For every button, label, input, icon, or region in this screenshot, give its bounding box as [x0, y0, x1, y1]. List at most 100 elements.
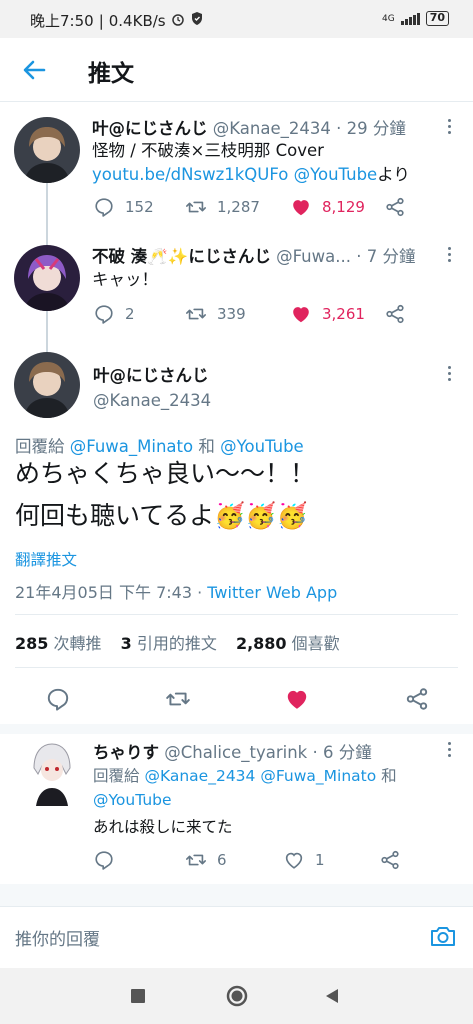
reply-to-fuwa-link[interactable]: @Fuwa_Minato	[260, 767, 376, 785]
reply-input-placeholder: 推你的回覆	[15, 930, 100, 950]
tweet-2-like-button[interactable]: 3,261	[290, 303, 384, 325]
tweet-1-text-prefix: 怪物 / 不破湊×三枝明那 Cover	[92, 141, 324, 160]
home-icon[interactable]	[225, 984, 249, 1008]
tweet-1-more-icon[interactable]	[446, 119, 452, 139]
tweet-1-actions: 152 1,287 8,129	[93, 196, 413, 218]
retweet-count-label[interactable]: 次轉推	[54, 634, 102, 653]
top-app-bar: 推文	[0, 38, 473, 102]
divider	[15, 667, 458, 668]
avatar-chalice[interactable]	[20, 738, 84, 806]
tweet-1-header: 叶@にじさんじ @Kanae_2434 · 29 分鐘	[92, 115, 406, 139]
tweet-1-share-button[interactable]	[384, 196, 406, 218]
tweet-2-more-icon[interactable]	[446, 247, 452, 267]
tweet-2-text: キャッ！	[92, 270, 158, 289]
heart-filled-icon	[293, 200, 309, 216]
like-count[interactable]: 2,880	[236, 634, 287, 653]
share-icon	[386, 197, 404, 217]
reply-tweet-header: ちゃりす @Chalice_tyarink · 6 分鐘	[93, 739, 372, 763]
reply-tweet-reply-button[interactable]	[93, 849, 185, 871]
tweet-2-retweet-count: 339	[217, 305, 246, 323]
reply-tweet[interactable]: ちゃりす @Chalice_tyarink · 6 分鐘 回覆給 @Kanae_…	[0, 734, 473, 884]
main-tweet-actions	[45, 686, 430, 712]
share-icon[interactable]	[404, 686, 430, 712]
tweet-2-name[interactable]: 不破 湊🥂✨にじさんじ	[92, 247, 271, 266]
recent-apps-icon[interactable]	[130, 988, 146, 1004]
quote-count-label[interactable]: 引用的推文	[137, 634, 217, 653]
main-tweet-meta: 21年4月05日 下午 7:43 · Twitter Web App	[15, 579, 337, 603]
main-tweet-more-icon[interactable]	[446, 366, 452, 386]
heart-outline-icon	[285, 852, 303, 869]
main-tweet-stats: 285 次轉推 3 引用的推文 2,880 個喜歡	[15, 630, 354, 654]
reply-tweet-more-icon[interactable]	[446, 742, 452, 762]
main-tweet-line-2: 何回も聴いてるよ🥳🥳🥳	[15, 501, 308, 530]
avatar-fuwa[interactable]	[14, 245, 80, 311]
signal-icon	[400, 12, 420, 25]
tweet-2-time: · 7 分鐘	[356, 247, 416, 266]
tweet-1-reply-button[interactable]: 152	[93, 196, 185, 218]
reply-to-and: 和	[381, 767, 397, 785]
reply-icon[interactable]	[45, 686, 71, 712]
retweet-icon	[186, 854, 206, 866]
reply-to-label: 回覆給	[93, 767, 140, 785]
tweet-2-share-button[interactable]	[384, 303, 406, 325]
tweet-1-url-link[interactable]: youtu.be/dNswz1kQUFo	[92, 165, 288, 184]
reply-tweet-reply-to: 回覆給 @Kanae_2434 @Fuwa_Minato 和 @YouTube	[93, 764, 438, 812]
alarm-icon	[171, 12, 185, 30]
status-speed: 0.4KB/s	[108, 11, 166, 30]
main-tweet-source-link[interactable]: Twitter Web App	[207, 583, 337, 602]
reply-tweet-like-button[interactable]: 1	[283, 849, 379, 871]
reply-tweet-name[interactable]: ちゃりす	[93, 743, 159, 762]
tweet-1-time: · 29 分鐘	[336, 119, 406, 138]
network-label: 4G	[381, 13, 395, 24]
retweet-icon[interactable]	[165, 686, 191, 712]
quote-count[interactable]: 3	[121, 634, 132, 653]
main-tweet-line-1: めちゃくちゃ良い〜〜！！	[15, 459, 316, 488]
translate-tweet-label: 翻譯推文	[15, 551, 78, 569]
like-count-label[interactable]: 個喜歡	[292, 634, 340, 653]
reply-icon	[95, 305, 113, 324]
tweet-1-text-suffix: より	[377, 165, 410, 184]
back-nav-icon[interactable]	[323, 987, 341, 1005]
shield-icon	[190, 11, 204, 30]
reply-tweet-retweet-button[interactable]: 6	[185, 849, 283, 871]
tweet-1-like-count: 8,129	[322, 198, 365, 216]
translate-tweet-link[interactable]: 翻譯推文	[15, 548, 77, 570]
reply-to-kanae-link[interactable]: @Kanae_2434	[144, 767, 255, 785]
thread-tweet-2[interactable]: 不破 湊🥂✨にじさんじ @Fuwa... · 7 分鐘 キャッ！ 2 339 3…	[0, 231, 473, 335]
main-tweet-name[interactable]: 叶@にじさんじ	[93, 362, 209, 386]
tweet-2-handle[interactable]: @Fuwa...	[276, 247, 351, 266]
page-title: 推文	[88, 61, 134, 87]
tweet-1-name[interactable]: 叶@にじさんじ	[92, 119, 208, 138]
reply-to-youtube-link[interactable]: @YouTube	[93, 791, 172, 809]
reply-composer-bar: 推你的回覆	[0, 906, 473, 968]
system-nav-bar	[0, 968, 473, 1024]
back-arrow-icon[interactable]	[20, 56, 48, 84]
tweet-1-handle[interactable]: @Kanae_2434	[213, 119, 331, 138]
main-tweet-handle[interactable]: @Kanae_2434	[93, 391, 211, 410]
avatar-kanae-main[interactable]	[14, 352, 80, 418]
thread-tweet-1[interactable]: 叶@にじさんじ @Kanae_2434 · 29 分鐘 怪物 / 不破湊×三枝明…	[0, 103, 473, 229]
reply-tweet-text: あれは殺しに来てた	[93, 818, 233, 836]
tweet-1-retweet-count: 1,287	[217, 198, 260, 216]
status-bar: 晚上7:50 | 0.4KB/s 4G 70	[0, 0, 473, 38]
reply-tweet-handle[interactable]: @Chalice_tyarink	[164, 743, 307, 762]
tweet-1-reply-count: 152	[125, 198, 154, 216]
tweet-2-actions: 2 339 3,261	[93, 303, 413, 325]
tweet-2-retweet-button[interactable]: 339	[185, 303, 290, 325]
heart-filled-icon[interactable]	[284, 686, 310, 712]
heart-filled-icon	[293, 307, 309, 323]
tweet-1-like-button[interactable]: 8,129	[290, 196, 384, 218]
tweet-2-reply-button[interactable]: 2	[93, 303, 185, 325]
section-separator	[0, 724, 473, 734]
tweet-1-text: 怪物 / 不破湊×三枝明那 Cover youtu.be/dNswz1kQUFo…	[92, 139, 437, 187]
retweet-count[interactable]: 285	[15, 634, 48, 653]
avatar-kanae[interactable]	[14, 117, 80, 183]
retweet-icon	[186, 308, 206, 320]
reply-tweet-share-button[interactable]	[379, 849, 401, 871]
camera-icon[interactable]	[429, 923, 457, 949]
retweet-icon	[186, 201, 206, 213]
tweet-1-retweet-button[interactable]: 1,287	[185, 196, 290, 218]
share-icon	[386, 304, 404, 324]
tweet-1-mention-youtube[interactable]: @YouTube	[294, 165, 378, 184]
reply-icon	[95, 198, 113, 217]
